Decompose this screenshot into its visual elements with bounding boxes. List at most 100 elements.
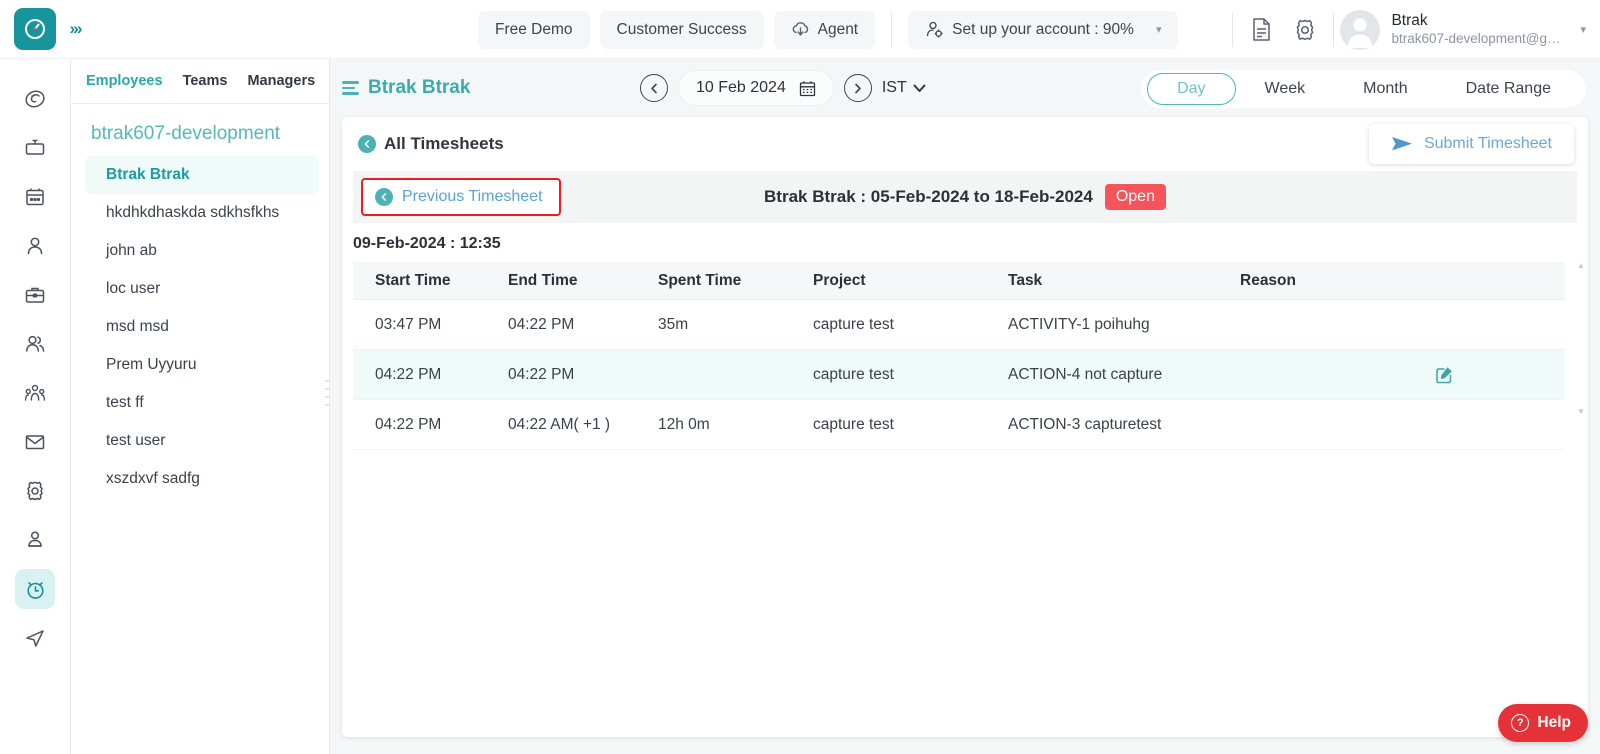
submit-timesheet-button[interactable]: Submit Timesheet <box>1368 124 1574 164</box>
main-header: Btrak Btrak 10 Feb 2024 IST Day Week Mon… <box>330 59 1600 117</box>
send-icon <box>1391 136 1413 152</box>
customer-success-label: Customer Success <box>616 20 747 38</box>
date-navigator: 10 Feb 2024 IST <box>640 59 926 117</box>
tab-week[interactable]: Week <box>1236 73 1335 105</box>
submit-timesheet-label: Submit Timesheet <box>1423 135 1552 152</box>
document-icon[interactable] <box>1239 8 1283 52</box>
gear-icon[interactable] <box>1283 8 1327 52</box>
table-row[interactable]: 03:47 PM 04:22 PM 35m capture test ACTIV… <box>353 300 1565 350</box>
prev-day-button[interactable] <box>640 74 668 102</box>
date-picker[interactable]: 10 Feb 2024 <box>678 70 834 106</box>
table-header-row: Start Time End Time Spent Time Project T… <box>353 262 1565 300</box>
divider <box>1232 12 1234 47</box>
column-header-end-time: End Time <box>508 271 578 289</box>
page-title: Btrak Btrak <box>368 77 471 98</box>
cell-spent-time: 35m <box>658 315 689 333</box>
list-item[interactable]: test user <box>85 422 319 460</box>
day-label: 09-Feb-2024 : 12:35 <box>353 235 501 252</box>
help-button[interactable]: ? Help <box>1498 704 1588 742</box>
top-bar-right: Btrak btrak607-development@gm... ▾ <box>1226 0 1600 59</box>
employee-list: Btrak Btrak hkdhkdhaskda sdkhsfkhs john … <box>71 156 329 498</box>
top-bar-center: Free Demo Customer Success Agent Set up … <box>478 0 1179 59</box>
list-item[interactable]: msd msd <box>85 308 319 346</box>
sidebar-item-mail[interactable] <box>15 422 55 462</box>
status-badge: Open <box>1104 184 1166 210</box>
divider <box>1333 12 1335 47</box>
tab-teams[interactable]: Teams <box>183 73 228 89</box>
scroll-down-arrow-icon[interactable]: ▼ <box>1577 408 1585 416</box>
list-item[interactable]: test ff <box>85 384 319 422</box>
calendar-icon[interactable] <box>799 80 816 97</box>
question-circle-icon: ? <box>1511 714 1530 732</box>
cell-project: capture test <box>813 415 894 433</box>
list-item[interactable]: xszdxvf sadfg <box>85 460 319 498</box>
all-timesheets-back-link[interactable]: All Timesheets <box>358 134 504 154</box>
timezone-selector[interactable]: IST <box>882 79 926 97</box>
tab-month[interactable]: Month <box>1334 73 1436 105</box>
previous-timesheet-button[interactable]: Previous Timesheet <box>361 178 561 216</box>
sidebar-item-screens[interactable] <box>15 128 55 168</box>
timesheet-range-title: Btrak Btrak : 05-Feb-2024 to 18-Feb-2024 <box>764 187 1093 206</box>
sidebar-item-account[interactable] <box>15 520 55 560</box>
main-content: Btrak Btrak 10 Feb 2024 IST Day Week Mon… <box>330 59 1600 754</box>
sidebar-item-dashboard[interactable] <box>15 79 55 119</box>
double-chevron-right-icon[interactable]: ››› <box>60 8 90 50</box>
account-setup-button[interactable]: Set up your account : 90% ▾ <box>908 10 1179 49</box>
sidebar-item-users[interactable] <box>15 324 55 364</box>
list-item[interactable]: hkdhkdhaskda sdkhsfkhs <box>85 194 319 232</box>
cloud-download-icon <box>791 21 810 38</box>
previous-timesheet-label: Previous Timesheet <box>402 188 543 205</box>
tab-managers[interactable]: Managers <box>247 73 315 89</box>
timesheet-period-bar: Previous Timesheet Btrak Btrak : 05-Feb-… <box>353 171 1577 223</box>
selected-date: 10 Feb 2024 <box>696 79 786 96</box>
cell-start-time: 04:22 PM <box>375 365 442 383</box>
organization-name: btrak607-development <box>91 123 281 144</box>
cell-task: ACTION-3 capturetest <box>1008 415 1162 433</box>
sidebar-item-briefcase[interactable] <box>15 275 55 315</box>
column-header-spent-time: Spent Time <box>658 271 742 289</box>
user-gear-icon <box>925 20 944 39</box>
user-email: btrak607-development@gm... <box>1391 31 1567 46</box>
sidebar-item-settings[interactable] <box>15 471 55 511</box>
list-item[interactable]: Prem Uyyuru <box>85 346 319 384</box>
user-name: Btrak <box>1391 12 1428 29</box>
list-item[interactable]: Btrak Btrak <box>85 156 319 194</box>
sidebar-item-send[interactable] <box>15 618 55 658</box>
tab-date-range[interactable]: Date Range <box>1437 73 1580 105</box>
agent-button[interactable]: Agent <box>773 10 876 49</box>
timesheet-title-group: Btrak Btrak : 05-Feb-2024 to 18-Feb-2024… <box>764 184 1166 210</box>
table-scrollbar[interactable]: ▲ ▼ <box>1576 262 1586 416</box>
timesheet-table: Start Time End Time Spent Time Project T… <box>353 262 1565 450</box>
sidebar-item-timesheet[interactable] <box>15 569 55 609</box>
free-demo-label: Free Demo <box>495 20 573 38</box>
app-logo[interactable] <box>14 8 56 50</box>
avatar <box>1340 9 1381 50</box>
list-item[interactable]: john ab <box>85 232 319 270</box>
column-header-reason: Reason <box>1240 271 1296 289</box>
help-label: Help <box>1537 714 1571 731</box>
user-chevron-down-icon[interactable]: ▾ <box>1580 23 1586 36</box>
user-menu[interactable]: Btrak btrak607-development@gm... <box>1391 11 1566 48</box>
card-header: All Timesheets Submit Timesheet <box>342 117 1588 171</box>
chevron-down-icon: ▾ <box>1155 24 1162 36</box>
tab-employees[interactable]: Employees <box>86 73 163 89</box>
sidebar-item-profile[interactable] <box>15 226 55 266</box>
sidebar-item-calendar[interactable] <box>15 177 55 217</box>
back-circle-icon <box>375 188 393 206</box>
table-row[interactable]: 04:22 PM 04:22 PM capture test ACTION-4 … <box>353 350 1565 400</box>
column-header-project: Project <box>813 271 866 289</box>
tab-day[interactable]: Day <box>1147 73 1236 105</box>
table-row[interactable]: 04:22 PM 04:22 AM( +1 ) 12h 0m capture t… <box>353 400 1565 450</box>
list-item[interactable]: loc user <box>85 270 319 308</box>
cell-project: capture test <box>813 315 894 333</box>
sidebar-item-team[interactable] <box>15 373 55 413</box>
all-timesheets-label: All Timesheets <box>384 134 504 153</box>
next-day-button[interactable] <box>843 74 872 102</box>
column-header-task: Task <box>1008 271 1043 289</box>
cell-actions <box>1410 365 1565 384</box>
free-demo-button[interactable]: Free Demo <box>478 10 590 49</box>
edit-pencil-icon[interactable] <box>1435 365 1454 384</box>
hamburger-icon[interactable] <box>342 81 359 95</box>
customer-success-button[interactable]: Customer Success <box>599 10 764 49</box>
scroll-up-arrow-icon[interactable]: ▲ <box>1577 262 1585 270</box>
